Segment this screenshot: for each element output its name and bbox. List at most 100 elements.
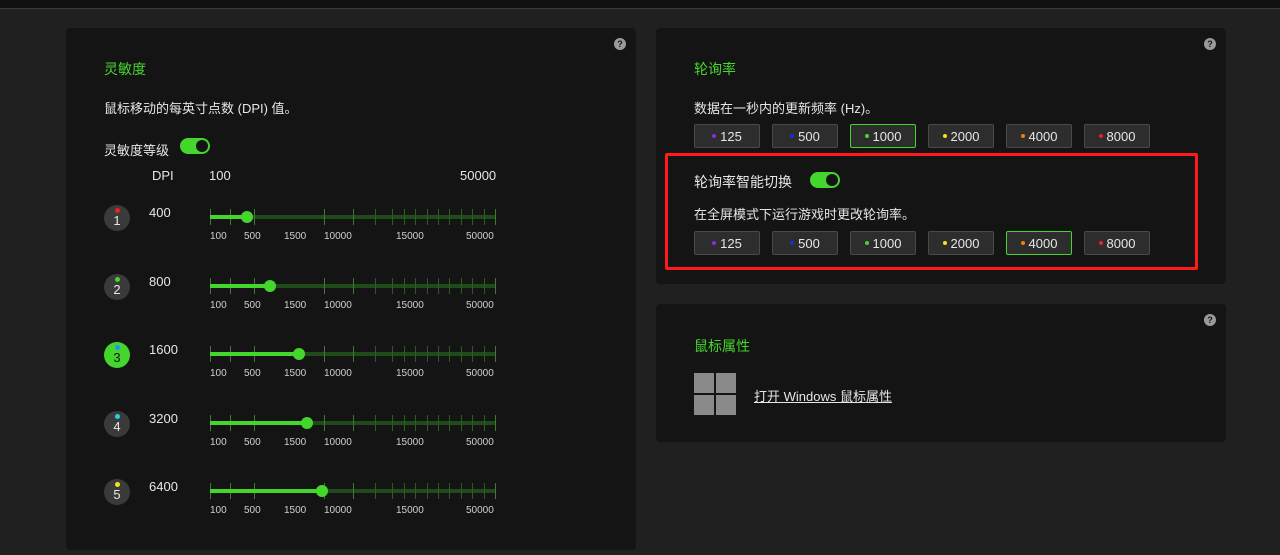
rate-color-dot [1098,134,1103,138]
polling-rate-4000[interactable]: 4000 [1006,124,1072,148]
scale-label: 50000 [466,436,494,448]
stage-badge[interactable]: 3 [104,342,130,368]
scale-label: 500 [244,436,261,448]
slider-tick [472,483,474,499]
scale-label: 50000 [466,368,494,379]
dpi-slider[interactable] [210,483,496,499]
slider-tick [415,209,417,225]
slider-tick [352,209,354,225]
scale-label: 50000 [466,299,494,311]
slider-tick [403,483,405,499]
scale-label: 10000 [324,299,352,311]
windows-logo-icon [694,373,736,415]
scale-label: 1500 [284,299,307,311]
open-mouse-properties-link[interactable]: 打开 Windows 鼠标属性 [754,386,892,405]
slider-tick [403,209,405,225]
dpi-slider[interactable] [210,209,496,225]
stage-color-dot [115,413,120,419]
slider-tick [392,209,394,225]
slider-tick [449,209,451,225]
stage-number: 1 [113,213,121,228]
slider-tick [495,414,496,431]
slider-tick [472,414,474,431]
polling-rate-125[interactable]: 125 [694,124,760,148]
scale-label: 1500 [284,505,307,516]
slider-thumb[interactable] [241,211,254,223]
help-icon[interactable]: ? [1204,314,1216,326]
mouse-properties-title: 鼠标属性 [694,338,750,354]
sensitivity-card: ? 灵敏度 鼠标移动的每英寸点数 (DPI) 值。 灵敏度等级 DPI 100 … [66,28,636,550]
dpi-slider[interactable] [210,277,496,294]
rate-color-dot [1020,134,1025,138]
stage-dpi-value: 800 [149,273,171,289]
slider-fill [210,420,308,425]
top-bar [0,0,1280,9]
slider-tick [375,277,377,294]
polling-rate-8000[interactable]: 8000 [1084,124,1150,148]
slider-tick [449,414,451,431]
stage-color-dot [115,276,120,282]
slider-tick [254,209,256,225]
slider-tick [438,277,439,294]
slider-tick [375,209,377,225]
scale-label: 10000 [324,231,352,242]
polling-rate-1000[interactable]: 1000 [850,124,916,148]
slider-tick [438,414,439,431]
scale-label: 500 [244,368,261,379]
slider-tick [403,277,405,294]
slider-tick [449,483,451,499]
slider-tick [472,346,474,362]
rate-label: 8000 [1106,128,1136,144]
scale-label: 1500 [284,368,307,379]
rate-color-dot [712,134,717,138]
stage-number: 5 [113,487,121,502]
rate-color-dot [864,134,869,138]
slider-tick [483,346,485,362]
stage-badge[interactable]: 1 [104,205,130,231]
help-icon[interactable]: ? [1204,38,1216,50]
slider-thumb[interactable] [315,485,328,497]
scale-label: 15000 [396,436,424,448]
scale-label: 500 [244,231,261,242]
rate-label: 2000 [950,128,980,144]
stage-badge[interactable]: 4 [104,410,130,437]
dpi-slider[interactable] [210,346,496,362]
slider-tick [392,483,394,499]
polling-rate-500[interactable]: 500 [772,124,838,148]
stage-badge[interactable]: 2 [104,273,130,300]
rate-color-dot [790,134,795,138]
slider-thumb[interactable] [292,348,305,360]
slider-tick [352,277,354,294]
dpi-slider[interactable] [210,414,496,431]
rate-label: 4000 [1028,128,1058,144]
sensitivity-stages-toggle[interactable] [180,138,210,154]
slider-tick [392,277,394,294]
slider-tick [352,346,354,362]
range-min-label: 100 [209,168,231,183]
slider-tick [375,483,377,499]
stage-number: 3 [113,350,121,365]
dpi-header: DPI [152,168,174,183]
slider-fill [210,489,322,493]
rate-label: 1000 [872,128,902,144]
slider-tick [495,209,496,225]
slider-fill [210,283,271,288]
slider-tick [426,414,428,431]
slider-thumb[interactable] [301,416,314,429]
scale-label: 1500 [284,436,307,448]
rate-label: 125 [720,128,742,144]
scale-label: 10000 [324,436,352,448]
stage-badge[interactable]: 5 [104,479,130,505]
slider-thumb[interactable] [264,279,277,292]
slider-tick [472,209,474,225]
slider-tick [426,483,428,499]
slider-tick [438,346,439,362]
slider-tick [460,483,462,499]
rate-label: 500 [798,128,820,144]
help-icon[interactable]: ? [614,38,626,50]
slider-tick [438,209,439,225]
scale-label: 500 [244,505,261,516]
polling-rate-2000[interactable]: 2000 [928,124,994,148]
mouse-properties-card: ? 鼠标属性 [656,304,1226,442]
slider-tick [403,346,405,362]
